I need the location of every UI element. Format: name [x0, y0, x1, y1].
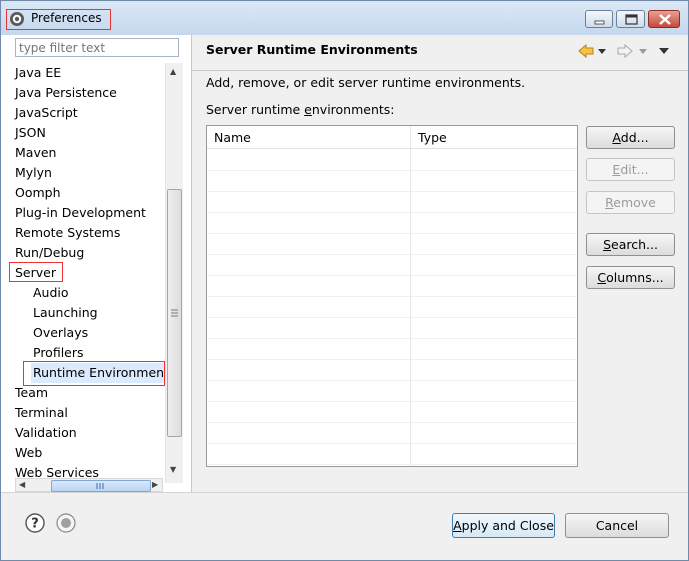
server-highlight-box — [9, 262, 63, 282]
header-separator — [192, 70, 688, 71]
scroll-up-icon[interactable]: ▲ — [170, 67, 176, 76]
view-menu-icon[interactable] — [658, 43, 670, 59]
maximize-button[interactable] — [616, 10, 645, 28]
tree-item-web[interactable]: Web — [13, 443, 44, 463]
title-highlight-box — [6, 9, 111, 30]
tree-vertical-scroll-thumb[interactable] — [167, 189, 182, 437]
table-row-line — [207, 212, 577, 213]
runtime-environments-highlight-box — [23, 361, 165, 386]
grip-icon — [96, 483, 104, 489]
tree-item-profilers[interactable]: Profilers — [31, 343, 86, 363]
table-row-line — [207, 338, 577, 339]
table-row-line — [207, 191, 577, 192]
scroll-down-icon[interactable]: ▼ — [170, 465, 176, 474]
grip-icon — [171, 309, 178, 317]
table-row-line — [207, 443, 577, 444]
table-row-line — [207, 317, 577, 318]
table-row-line — [207, 254, 577, 255]
close-button[interactable] — [648, 10, 680, 28]
tree-horizontal-scroll-thumb[interactable] — [51, 480, 151, 492]
preference-tree: Java EE Java Persistence JavaScript JSON Mav… — [1, 63, 165, 481]
title-bar: Preferences — [1, 1, 688, 35]
tree-item-oomph[interactable]: Oomph — [13, 183, 63, 203]
table-row-line — [207, 464, 577, 465]
table-row-line — [207, 275, 577, 276]
tree-item-maven[interactable]: Maven — [13, 143, 58, 163]
minimize-button[interactable] — [585, 10, 613, 28]
tree-item-overlays[interactable]: Overlays — [31, 323, 90, 343]
edit-button[interactable]: Edit... — [586, 158, 675, 181]
tree-vertical-scrollbar[interactable]: ▲ ▼ — [165, 63, 183, 483]
table-row-line — [207, 170, 577, 171]
runtime-list-label-pre: Server runtime — [206, 102, 305, 117]
tree-item-run-debug[interactable]: Run/Debug — [13, 243, 86, 263]
table-row-line — [207, 401, 577, 402]
apply-and-close-button[interactable]: Apply and Close — [452, 513, 555, 538]
table-row-line — [207, 233, 577, 234]
tree-item-validation[interactable]: Validation — [13, 423, 79, 443]
tree-item-plug-in-development[interactable]: Plug-in Development — [13, 203, 148, 223]
scroll-left-icon[interactable]: ◀ — [19, 480, 25, 489]
preference-page: Server Runtime Environments Add, remove,… — [192, 35, 688, 492]
minimize-icon — [594, 20, 605, 25]
column-header-type[interactable]: Type — [411, 126, 577, 149]
columns-button[interactable]: Columns... — [586, 266, 675, 289]
back-arrow-icon[interactable] — [577, 43, 595, 59]
tree-item-json[interactable]: JSON — [13, 123, 48, 143]
filter-input[interactable] — [15, 38, 179, 57]
table-row-line — [207, 359, 577, 360]
tree-item-javascript[interactable]: JavaScript — [13, 103, 80, 123]
runtime-list-label: Server runtime environments: — [206, 102, 395, 117]
preference-tree-panel: Java EEJava PersistenceJavaScriptJSONMav… — [1, 35, 192, 492]
tree-item-terminal[interactable]: Terminal — [13, 403, 70, 423]
maximize-icon — [625, 14, 638, 25]
table-row-line — [207, 422, 577, 423]
table-row-line — [207, 296, 577, 297]
import-export-preferences-icon[interactable] — [56, 513, 76, 533]
table-row-line — [207, 380, 577, 381]
tree-item-java-ee[interactable]: Java EE — [13, 63, 63, 83]
tree-item-team[interactable]: Team — [13, 383, 50, 403]
help-icon[interactable]: ? — [25, 513, 45, 533]
runtime-list-label-post: nvironments: — [311, 102, 395, 117]
remove-button[interactable]: Remove — [586, 191, 675, 214]
tree-item-remote-systems[interactable]: Remote Systems — [13, 223, 122, 243]
tree-item-mylyn[interactable]: Mylyn — [13, 163, 54, 183]
tree-item-audio[interactable]: Audio — [31, 283, 71, 303]
runtime-environments-table[interactable]: Name Type — [206, 125, 578, 467]
page-title: Server Runtime Environments — [206, 42, 418, 57]
runtime-list-label-mnemonic: e — [304, 102, 312, 117]
cancel-button[interactable]: Cancel — [565, 513, 669, 538]
footer-separator — [1, 492, 688, 493]
column-header-name[interactable]: Name — [207, 126, 410, 149]
back-menu-chevron-icon[interactable] — [597, 43, 607, 59]
forward-menu-chevron-icon[interactable] — [638, 43, 648, 59]
search-button[interactable]: Search... — [586, 233, 675, 256]
tree-item-java-persistence[interactable]: Java Persistence — [13, 83, 119, 103]
tree-horizontal-scrollbar[interactable]: ◀ ▶ — [15, 478, 163, 492]
forward-arrow-icon[interactable] — [616, 43, 634, 59]
close-icon — [659, 14, 671, 25]
preferences-window: Preferences Java EEJava PersistenceJavaS… — [0, 0, 689, 561]
add-button[interactable]: Add... — [586, 126, 675, 149]
svg-text:?: ? — [31, 517, 39, 532]
page-description: Add, remove, or edit server runtime envi… — [206, 75, 526, 90]
tree-item-launching[interactable]: Launching — [31, 303, 100, 323]
scroll-right-icon[interactable]: ▶ — [152, 480, 158, 489]
